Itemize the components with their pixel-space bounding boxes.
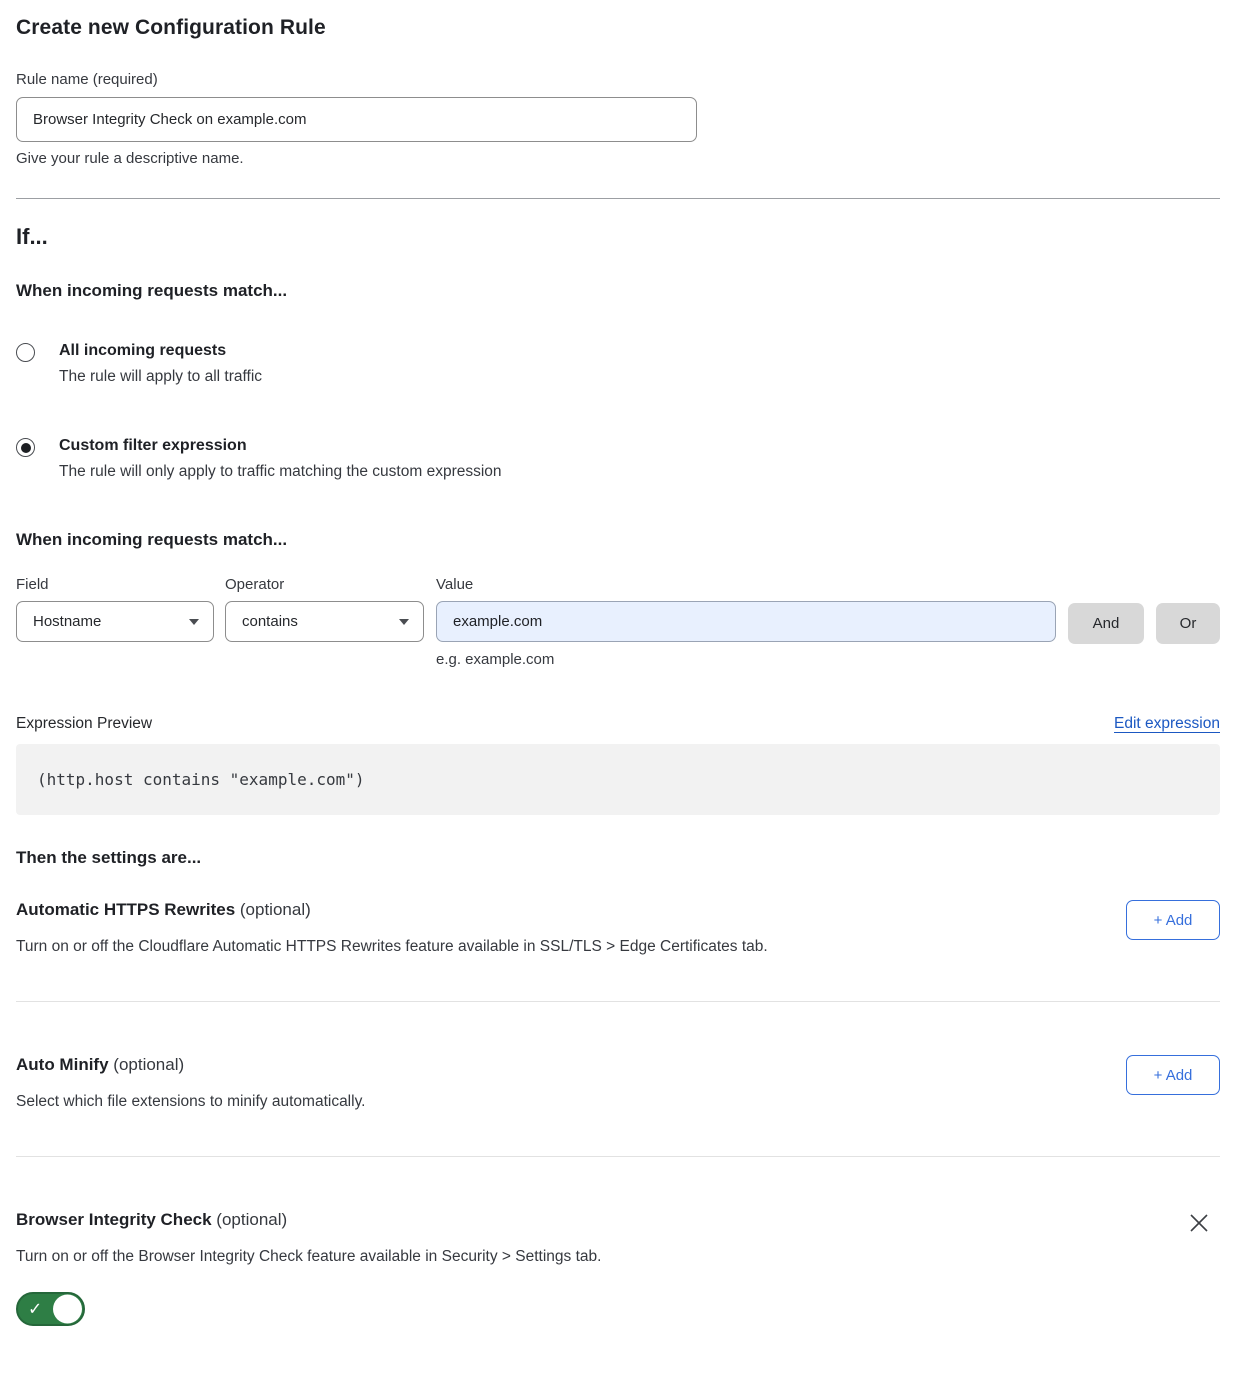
setting-title: Browser Integrity Check <box>16 1210 212 1229</box>
chevron-down-icon <box>399 619 409 625</box>
page-title: Create new Configuration Rule <box>16 16 1220 40</box>
or-button[interactable]: Or <box>1156 603 1220 644</box>
radio-description: The rule will only apply to traffic matc… <box>59 463 502 481</box>
setting-title: Automatic HTTPS Rewrites <box>16 900 235 919</box>
rule-name-input[interactable] <box>16 97 697 142</box>
add-automatic-https-rewrites-button[interactable]: + Add <box>1126 900 1220 940</box>
chevron-down-icon <box>189 619 199 625</box>
edit-expression-link[interactable]: Edit expression <box>1114 715 1220 733</box>
setting-browser-integrity-check: Browser Integrity Check (optional) Turn … <box>16 1210 1220 1266</box>
radio-label[interactable]: Custom filter expression <box>59 437 502 455</box>
rule-name-help: Give your rule a descriptive name. <box>16 150 1220 167</box>
remove-setting-button[interactable] <box>1188 1212 1210 1234</box>
setting-optional-tag: (optional) <box>216 1210 287 1229</box>
expression-preview-code: (http.host contains "example.com") <box>16 744 1220 815</box>
field-select[interactable]: Hostname <box>16 601 214 642</box>
radio-option-custom-filter[interactable]: Custom filter expression The rule will o… <box>16 437 1220 481</box>
toggle-knob <box>53 1295 82 1324</box>
setting-optional-tag: (optional) <box>113 1055 184 1074</box>
section-divider <box>16 198 1220 199</box>
operator-column-label: Operator <box>225 576 424 593</box>
setting-title: Auto Minify <box>16 1055 109 1074</box>
value-hint: e.g. example.com <box>436 651 1056 668</box>
radio-description: The rule will apply to all traffic <box>59 368 262 386</box>
field-column-label: Field <box>16 576 214 593</box>
operator-select[interactable]: contains <box>225 601 424 642</box>
expression-builder-row: Field Hostname Operator contains Value e… <box>16 576 1220 668</box>
if-heading: If... <box>16 224 1220 250</box>
and-button[interactable]: And <box>1068 603 1144 644</box>
add-auto-minify-button[interactable]: + Add <box>1126 1055 1220 1095</box>
radio-label[interactable]: All incoming requests <box>59 342 262 360</box>
setting-divider <box>16 1001 1220 1002</box>
setting-description: Turn on or off the Browser Integrity Che… <box>16 1248 601 1266</box>
value-column-label: Value <box>436 576 1056 593</box>
radio-button-selected[interactable] <box>16 438 35 457</box>
radio-button-unselected[interactable] <box>16 343 35 362</box>
setting-divider <box>16 1156 1220 1157</box>
expression-preview-header: Expression Preview Edit expression <box>16 715 1220 733</box>
check-icon: ✓ <box>28 1301 42 1318</box>
browser-integrity-check-toggle[interactable]: ✓ <box>16 1292 85 1326</box>
expression-builder-heading: When incoming requests match... <box>16 530 1220 550</box>
create-configuration-rule-form: Create new Configuration Rule Rule name … <box>0 0 1237 1347</box>
setting-description: Turn on or off the Cloudflare Automatic … <box>16 938 768 956</box>
setting-automatic-https-rewrites: Automatic HTTPS Rewrites (optional) Turn… <box>16 900 1220 956</box>
setting-description: Select which file extensions to minify a… <box>16 1093 365 1111</box>
setting-optional-tag: (optional) <box>240 900 311 919</box>
expression-preview-label: Expression Preview <box>16 715 152 733</box>
match-subheading: When incoming requests match... <box>16 281 1220 301</box>
radio-option-all-requests[interactable]: All incoming requests The rule will appl… <box>16 342 1220 386</box>
operator-select-value: contains <box>242 613 298 630</box>
setting-auto-minify: Auto Minify (optional) Select which file… <box>16 1055 1220 1111</box>
field-select-value: Hostname <box>33 613 101 630</box>
then-settings-heading: Then the settings are... <box>16 848 1220 868</box>
value-input[interactable] <box>436 601 1056 642</box>
close-icon <box>1188 1212 1210 1234</box>
rule-name-label: Rule name (required) <box>16 71 1220 88</box>
